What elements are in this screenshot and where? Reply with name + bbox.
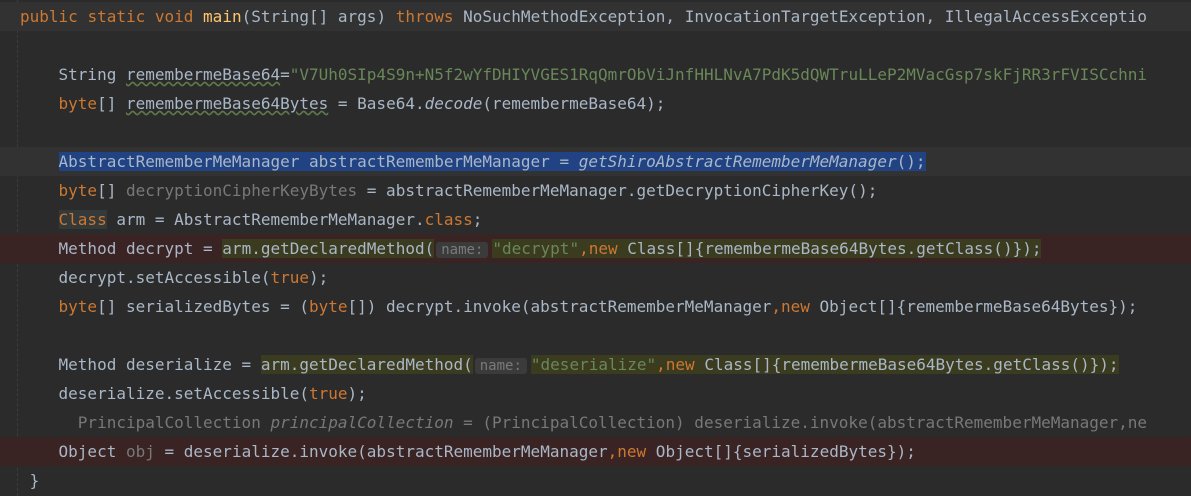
code-token: [] (97, 181, 126, 200)
code-token: byte (308, 297, 348, 316)
code-line[interactable]: byte[] remembermeBase64Bytes = Base64.de… (0, 89, 1191, 118)
code-token: arm.getDeclaredMethod( (260, 355, 473, 374)
code-line[interactable]: public static void main(String[] args) t… (0, 2, 1191, 31)
code-token: remembermeBase64Bytes (125, 94, 329, 113)
code-line[interactable]: Method decrypt = arm.getDeclaredMethod(n… (0, 234, 1191, 263)
code-token: true (308, 384, 348, 403)
code-line[interactable]: decrypt.setAccessible(true); (0, 263, 1191, 292)
code-token: principalCollection (270, 413, 454, 432)
code-token: PrincipalCollection (20, 413, 271, 432)
code-token: decrypt.setAccessible( (20, 268, 271, 287)
code-token: (remembermeBase64); (482, 94, 666, 113)
code-token: "V7Uh0SIp4S9n+N5f2wYfDHIYVGES1RqQmrObViJ… (289, 65, 1148, 84)
code-token: , (607, 442, 618, 461)
code-token: (); (896, 152, 926, 171)
code-token: = (PrincipalCollection) deserialize.invo… (453, 413, 1148, 432)
code-line[interactable] (0, 118, 1191, 147)
code-token: Class (58, 210, 107, 229)
parameter-hint: name: (436, 242, 489, 258)
code-token: byte (58, 181, 98, 200)
code-token: , (656, 355, 666, 374)
code-token: remembermeBase64 (125, 65, 281, 84)
code-token: "deserialize" (530, 355, 657, 374)
code-line[interactable]: } (0, 466, 1191, 495)
code-token: [] (97, 94, 126, 113)
code-token: = (280, 65, 290, 84)
code-token: static (87, 7, 146, 26)
code-token: Class[]{remembermeBase64Bytes.getClass()… (694, 355, 1100, 374)
code-token: deserialize.setAccessible( (20, 384, 309, 403)
code-line[interactable]: deserialize.setAccessible(true); (0, 379, 1191, 408)
code-line[interactable]: Method deserialize = arm.getDeclaredMeth… (0, 350, 1191, 379)
code-token: , (579, 239, 589, 258)
code-token: [] serializedBytes = ( (97, 297, 309, 316)
parameter-hint: name: (474, 358, 527, 374)
code-token: Method deserialize = (20, 355, 261, 374)
code-token: (String[] args) (241, 7, 396, 26)
code-token: decode (424, 94, 483, 113)
code-token: getShiroAbstractRememberMeManager (578, 152, 897, 171)
code-line[interactable]: Class arm = AbstractRememberMeManager.cl… (0, 205, 1191, 234)
code-line[interactable]: PrincipalCollection principalCollection … (0, 408, 1191, 437)
code-line[interactable] (0, 321, 1191, 350)
code-token: arm.getDeclaredMethod( (222, 239, 435, 258)
code-line[interactable]: byte[] decryptionCipherKeyBytes = abstra… (0, 176, 1191, 205)
code-token: = Base64. (328, 94, 425, 113)
code-line[interactable] (0, 31, 1191, 60)
code-token: void (154, 7, 194, 26)
code-token: String (20, 65, 126, 84)
code-token: true (270, 268, 309, 287)
code-token: Object[]{serializedBytes}); (646, 442, 916, 461)
code-token: ); (347, 384, 367, 403)
code-token: , (771, 297, 781, 316)
code-token: main (203, 7, 242, 26)
code-line[interactable]: String remembermeBase64="V7Uh0SIp4S9n+N5… (0, 60, 1191, 89)
code-token: byte (58, 94, 98, 113)
code-line[interactable]: byte[] serializedBytes = (byte[]) decryp… (0, 292, 1191, 321)
code-token: ); (1022, 239, 1042, 258)
code-token: Class[]{remembermeBase64Bytes.getClass()… (617, 239, 1023, 258)
code-token: throws (395, 7, 454, 26)
code-token: Object[]{remembermeBase64Bytes}); (809, 297, 1138, 316)
code-token: new (588, 239, 618, 258)
code-token: "decrypt" (492, 239, 580, 258)
code-token: []) decrypt.invoke(abstractRememberMeMan… (347, 297, 772, 316)
code-token: arm = AbstractRememberMeManager. (106, 210, 425, 229)
code-token: Object (20, 442, 126, 461)
code-line[interactable]: Object obj = deserialize.invoke(abstract… (0, 437, 1191, 466)
code-token: ; (472, 210, 483, 229)
code-token: byte (58, 297, 98, 316)
code-token: = abstractRememberMeManager.getDecryptio… (357, 181, 878, 200)
code-token: = deserialize.invoke(abstractRememberMeM… (154, 442, 608, 461)
code-token: AbstractRememberMeManager abstractRememb… (58, 152, 579, 171)
code-token: new (781, 297, 810, 316)
code-token: ); (308, 268, 329, 287)
code-line[interactable]: AbstractRememberMeManager abstractRememb… (0, 147, 1191, 176)
code-token: obj (125, 442, 155, 461)
code-token: ); (1099, 355, 1119, 374)
code-token: decryptionCipherKeyBytes (125, 181, 358, 200)
code-token: new (665, 355, 695, 374)
code-token: class (424, 210, 473, 229)
code-token: } (20, 471, 40, 490)
code-token: NoSuchMethodException, InvocationTargetE… (453, 7, 1148, 26)
code-editor[interactable]: public static void main(String[] args) t… (0, 0, 1191, 496)
code-token: Method decrypt = (20, 239, 223, 258)
code-token: new (617, 442, 647, 461)
code-token: public (20, 7, 78, 26)
